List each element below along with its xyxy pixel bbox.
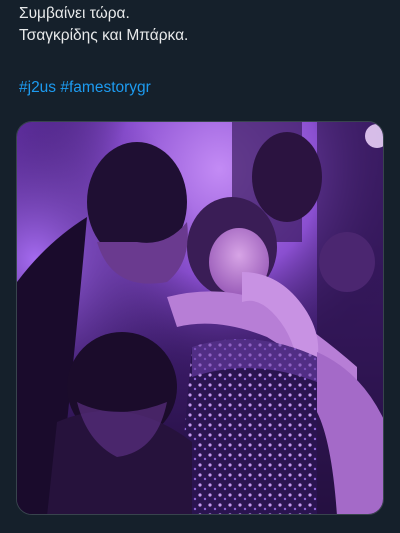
tweet-text-line-2: Τσαγκρίδης και Μπάρκα. — [19, 26, 189, 44]
media-image — [17, 122, 383, 514]
hashtag-row: #j2us #famestorygr — [19, 77, 151, 98]
tweet-text: Συμβαίνει τώρα. Τσαγκρίδης και Μπάρκα. — [19, 3, 389, 46]
tweet-media[interactable] — [16, 121, 384, 515]
hashtag-link-famestorygr[interactable]: #famestorygr — [60, 79, 150, 96]
hashtag-link-j2us[interactable]: #j2us — [19, 79, 56, 96]
tweet-text-line-1: Συμβαίνει τώρα. — [19, 5, 130, 22]
